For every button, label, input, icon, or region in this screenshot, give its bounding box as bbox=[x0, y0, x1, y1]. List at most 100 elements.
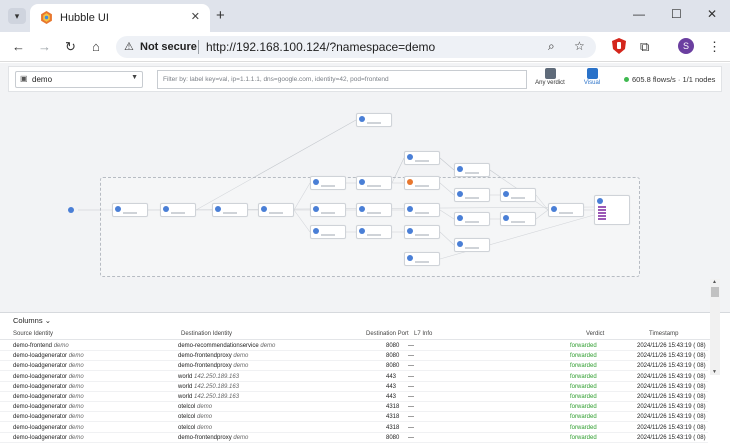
destination-cell: world 142.250.189.163 bbox=[178, 394, 240, 400]
tab-search-button[interactable]: ▾ bbox=[8, 8, 26, 24]
back-icon[interactable]: ← bbox=[12, 39, 25, 54]
table-row[interactable]: demo-loadgenerator demo otelcol demo 4318 —… bbox=[0, 412, 708, 423]
graph-node[interactable] bbox=[356, 176, 392, 190]
visual-button[interactable]: Visual bbox=[580, 68, 604, 86]
destination-namespace: 142.250.189.163 bbox=[194, 383, 240, 390]
destination-cell: world 142.250.189.163 bbox=[178, 383, 240, 390]
namespace-select[interactable]: ▣ demo ▼ bbox=[15, 71, 143, 88]
l7-cell: — bbox=[408, 353, 414, 360]
close-window-icon[interactable]: ✕ bbox=[707, 7, 717, 21]
graph-node[interactable] bbox=[404, 252, 440, 266]
graph-node[interactable] bbox=[112, 203, 148, 217]
verdict-cell: forwarded bbox=[570, 404, 597, 411]
table-row[interactable]: demo-loadgenerator demo demo-frontendprox… bbox=[0, 361, 708, 372]
graph-node[interactable] bbox=[310, 225, 346, 239]
graph-node[interactable] bbox=[454, 238, 490, 252]
header-destination[interactable]: Destination Identity bbox=[181, 331, 232, 337]
destination-cell: otelcol demo bbox=[178, 404, 213, 411]
graph-node-world[interactable] bbox=[68, 205, 82, 215]
graph-node[interactable] bbox=[454, 212, 490, 226]
l7-cell: — bbox=[408, 424, 414, 431]
port-cell: 443 bbox=[386, 383, 397, 390]
scroll-thumb[interactable] bbox=[711, 287, 719, 297]
table-row[interactable]: demo-loadgenerator demo world 142.250.189… bbox=[0, 392, 708, 402]
table-row[interactable]: demo-loadgenerator demo world 142.250.189… bbox=[0, 372, 708, 382]
flows-rate: 605.8 flows/s · 1/1 nodes bbox=[632, 75, 716, 84]
url-text[interactable]: http://192.168.100.124/?namespace=demo bbox=[206, 40, 435, 54]
columns-button[interactable]: Columns ⌄ bbox=[13, 316, 51, 325]
verdict-cell: forwarded bbox=[570, 383, 597, 390]
minimize-icon[interactable]: — bbox=[633, 7, 645, 21]
source-namespace: demo bbox=[68, 424, 84, 431]
flows-rate-value: 605.8 flows/s bbox=[632, 75, 676, 84]
new-tab-button[interactable]: + bbox=[216, 7, 225, 24]
table-row[interactable]: demo-loadgenerator demo world 142.250.189… bbox=[0, 382, 708, 392]
graph-node[interactable] bbox=[404, 176, 440, 190]
address-bar[interactable]: ⚠ Not secure http://192.168.100.124/?nam… bbox=[116, 36, 596, 58]
graph-node[interactable] bbox=[356, 113, 392, 127]
port-cell: 4318 bbox=[386, 424, 400, 431]
home-icon[interactable]: ⌂ bbox=[92, 39, 100, 54]
filter-input[interactable]: Filter by: label key=val, ip=1.1.1.1, dn… bbox=[157, 70, 527, 89]
zoom-icon[interactable]: ⌕ bbox=[548, 39, 555, 54]
tab-close-icon[interactable]: ✕ bbox=[191, 10, 200, 23]
graph-node[interactable] bbox=[258, 203, 294, 217]
browser-menu-icon[interactable]: ⋮ bbox=[708, 39, 721, 55]
graph-node[interactable] bbox=[404, 203, 440, 217]
port-cell: 8080 bbox=[386, 363, 400, 370]
graph-node[interactable] bbox=[356, 225, 392, 239]
graph-node-otelcol[interactable] bbox=[594, 195, 630, 225]
graph-node[interactable] bbox=[454, 188, 490, 202]
any-verdict-label: Any verdict bbox=[535, 80, 565, 86]
l7-cell: — bbox=[408, 343, 414, 349]
scroll-down-icon[interactable]: ▼ bbox=[712, 369, 717, 375]
timestamp-cell: 2024/11/26 15:43:19 ( 08) bbox=[637, 353, 706, 360]
extensions-puzzle-icon[interactable]: ⧉ bbox=[640, 39, 649, 55]
security-status[interactable]: Not secure bbox=[140, 41, 197, 53]
table-scrollbar[interactable]: ▲ ▼ bbox=[710, 279, 720, 375]
table-row[interactable]: demo-frontend demo demo-recommendationser… bbox=[0, 341, 708, 351]
browser-tab[interactable]: Hubble UI ✕ bbox=[30, 4, 210, 32]
timestamp-cell: 2024/11/26 15:43:19 ( 08) bbox=[637, 363, 706, 370]
graph-node[interactable] bbox=[356, 203, 392, 217]
graph-node[interactable] bbox=[310, 176, 346, 190]
bookmark-star-icon[interactable]: ☆ bbox=[574, 39, 585, 53]
header-port[interactable]: Destination Port bbox=[366, 331, 409, 337]
any-verdict-button[interactable]: Any verdict bbox=[533, 68, 567, 86]
l7-cell: — bbox=[408, 383, 414, 390]
namespace-icon: ▣ bbox=[20, 74, 28, 83]
graph-node[interactable] bbox=[310, 203, 346, 217]
header-timestamp[interactable]: Timestamp bbox=[649, 331, 678, 337]
header-verdict[interactable]: Verdict bbox=[586, 331, 604, 337]
graph-node[interactable] bbox=[212, 203, 248, 217]
graph-node[interactable] bbox=[454, 163, 490, 177]
table-row[interactable]: demo-loadgenerator demo otelcol demo 4318 —… bbox=[0, 423, 708, 433]
graph-node[interactable] bbox=[500, 188, 536, 202]
forward-icon[interactable]: → bbox=[38, 39, 51, 54]
table-row[interactable]: demo-loadgenerator demo demo-frontendprox… bbox=[0, 351, 708, 362]
source-cell: demo-loadgenerator demo bbox=[13, 394, 84, 400]
graph-node[interactable] bbox=[548, 203, 584, 217]
reload-icon[interactable]: ↻ bbox=[65, 39, 76, 55]
port-cell: 4318 bbox=[386, 404, 400, 411]
graph-node[interactable] bbox=[404, 151, 440, 165]
extension-shield-icon[interactable] bbox=[612, 38, 626, 54]
table-row[interactable]: demo-loadgenerator demo otelcol demo 4318 —… bbox=[0, 402, 708, 413]
maximize-icon[interactable]: ☐ bbox=[671, 7, 682, 21]
profile-avatar[interactable]: S bbox=[678, 38, 694, 54]
header-l7[interactable]: L7 Info bbox=[414, 331, 432, 337]
table-header: Source Identity Destination Identity Des… bbox=[0, 329, 720, 340]
columns-label: Columns bbox=[13, 316, 43, 325]
visual-icon bbox=[586, 68, 598, 79]
source-cell: demo-loadgenerator demo bbox=[13, 353, 84, 360]
graph-node[interactable] bbox=[404, 225, 440, 239]
header-source[interactable]: Source Identity bbox=[13, 331, 53, 337]
service-map[interactable] bbox=[0, 95, 730, 307]
warning-icon[interactable]: ⚠ bbox=[124, 40, 134, 53]
source-namespace: demo bbox=[68, 414, 84, 421]
verdict-cell: forwarded bbox=[570, 343, 597, 349]
timestamp-cell: 2024/11/26 15:43:19 ( 08) bbox=[637, 424, 706, 431]
scroll-up-icon[interactable]: ▲ bbox=[712, 279, 717, 285]
graph-node[interactable] bbox=[160, 203, 196, 217]
graph-node[interactable] bbox=[500, 212, 536, 226]
